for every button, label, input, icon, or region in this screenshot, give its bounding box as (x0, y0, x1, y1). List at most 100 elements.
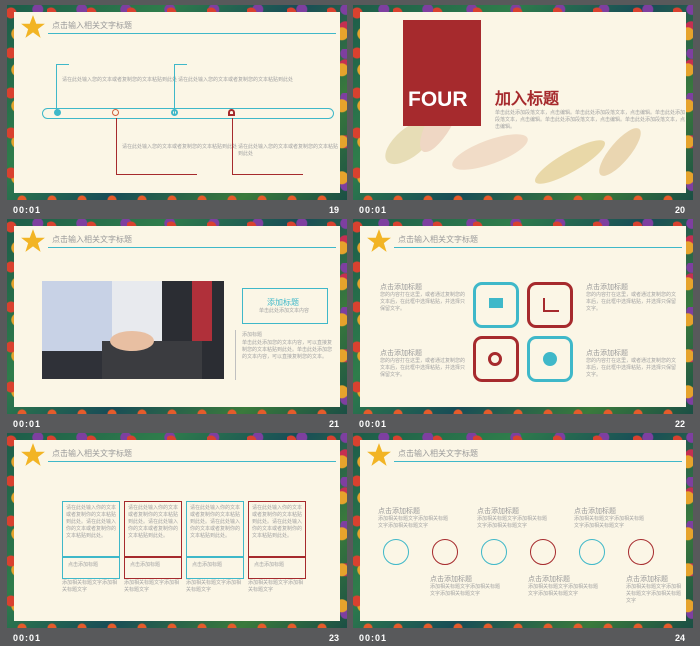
header-line (48, 33, 336, 34)
card-2-label: 点击添加标题 (130, 562, 161, 568)
slide-canvas: 点击输入相关文字标题 请在此处输入您的文本或者复制您的文本粘贴到此处 请在此处输… (14, 12, 340, 193)
item-title-2: 点击添加标题 (380, 350, 422, 357)
bottom-title-3: 点击添加标题 (626, 576, 668, 583)
slide-number: 23 (328, 633, 339, 643)
card-1-sub: 添加相关标题文字添加相关标题文字 (62, 580, 118, 593)
bottom-title-1: 点击添加标题 (430, 576, 472, 583)
globe-icon (543, 352, 557, 366)
slide-thumb-20[interactable]: FOUR 加入标题 单击此处添加段落文本，点击编辑。单击此处添加段落文本，点击编… (353, 5, 693, 218)
header-line (48, 247, 336, 248)
top-sub-2: 添加相关标题文字添加相关标题文字添加相关标题文字 (477, 516, 548, 529)
item-body-3: 您的内容打在这里，或者通过复制您的文本后，在此框中选择粘贴，并选择只保留文字。 (586, 292, 677, 312)
slide-thumb-19[interactable]: 点击输入相关文字标题 请在此处输入您的文本或者复制您的文本粘贴到此处 请在此处输… (7, 5, 347, 218)
connector-3 (116, 118, 197, 175)
slide-thumb-24[interactable]: 点击输入相关文字标题 点击添加标题 添加相关标题文字添加相关标题文字添加相关标题… (353, 433, 693, 646)
slide-number: 22 (674, 419, 685, 429)
hourglass-icon (628, 539, 654, 565)
headphones-icon (228, 109, 235, 116)
header-title: 点击输入相关文字标题 (398, 449, 478, 458)
connector-1 (56, 64, 69, 115)
bottom-sub-1: 添加相关标题文字添加相关标题文字添加相关标题文字 (430, 584, 501, 597)
bottom-title-2: 点击添加标题 (528, 576, 570, 583)
slide-meta: 00:01 20 (353, 202, 693, 218)
text-top-left: 请在此处输入您的文本或者复制您的文本粘贴到此处 (62, 77, 178, 83)
header-title: 点击输入相关文字标题 (52, 235, 132, 244)
card-3-text: 请在此处输入你的文本或者复制你的文本粘贴到此处。请在此处输入你的文本或者复制你的… (190, 505, 241, 539)
presentation-icon (489, 298, 503, 308)
top-sub-1: 添加相关标题文字添加相关标题文字添加相关标题文字 (378, 516, 449, 529)
header-title: 点击输入相关文字标题 (398, 235, 478, 244)
card-1-label: 点击添加标题 (68, 562, 99, 568)
slide-canvas: 点击输入相关文字标题 添加标题 单击此处添加文本内容 添加标题 单击此处添加您的… (14, 226, 340, 407)
timing-label: 00:01 (13, 633, 42, 643)
timing-label: 00:01 (359, 419, 388, 429)
timing-label: 00:01 (359, 633, 388, 643)
clock-icon (54, 109, 61, 116)
target-icon (488, 352, 502, 366)
star-icon (21, 229, 45, 252)
slide-meta: 00:01 22 (353, 416, 693, 432)
bar-chart-icon (481, 539, 507, 565)
star-icon (21, 15, 45, 38)
slide-title: 加入标题 (495, 91, 560, 108)
chart-icon (543, 298, 559, 312)
bottom-sub-2: 添加相关标题文字添加相关标题文字添加相关标题文字 (528, 584, 599, 597)
header-line (48, 461, 336, 462)
box-subtitle: 单击此处添加文本内容 (259, 308, 310, 314)
slide-meta: 00:01 21 (7, 416, 347, 432)
star-icon (367, 229, 391, 252)
star-icon (367, 443, 391, 466)
section-label: FOUR (408, 88, 468, 111)
connector-4 (232, 118, 303, 175)
slide-canvas: 点击输入相关文字标题 点击添加标题 添加相关标题文字添加相关标题文字添加相关标题… (360, 440, 686, 621)
card-4-sub: 添加相关标题文字添加相关标题文字 (248, 580, 304, 593)
slide-canvas: 点击输入相关文字标题 点击添加标题 您的内容打在这里，或者通过复制您的文本后，在… (360, 226, 686, 407)
card-1-text: 请在此处输入你的文本或者复制你的文本粘贴到此处。请在此处输入你的文本或者复制你的… (66, 505, 117, 539)
item-body-4: 您的内容打在这里，或者通过复制您的文本后，在此框中选择粘贴，并选择只保留文字。 (586, 358, 677, 378)
slide-body: 单击此处添加段落文本，点击编辑。单击此处添加段落文本，点击编辑。单击此处添加段落… (495, 110, 686, 130)
slide-meta: 00:01 23 (7, 630, 347, 646)
item-body-2: 您的内容打在这里，或者通过复制您的文本后，在此框中选择粘贴，并选择只保留文字。 (380, 358, 466, 378)
header-line (394, 247, 682, 248)
item-title-1: 点击添加标题 (380, 284, 422, 291)
slide-canvas: 点击输入相关文字标题 请在此处输入你的文本或者复制你的文本粘贴到此处。请在此处输… (14, 440, 340, 621)
card-3-sub: 添加相关标题文字添加相关标题文字 (186, 580, 242, 593)
slide-number: 24 (674, 633, 685, 643)
slide-meta: 00:01 24 (353, 630, 693, 646)
top-sub-3: 添加相关标题文字添加相关标题文字添加相关标题文字 (574, 516, 645, 529)
slide-thumb-22[interactable]: 点击输入相关文字标题 点击添加标题 您的内容打在这里，或者通过复制您的文本后，在… (353, 219, 693, 432)
star-icon (21, 443, 45, 466)
header-line (394, 461, 682, 462)
item-body-1: 您的内容打在这里，或者通过复制您的文本后，在此框中选择粘贴，并选择只保留文字。 (380, 292, 466, 312)
body-text: 单击此处添加您的文本内容，可以直接复制您的文本粘贴到此处。单击此处添加您的文本内… (242, 340, 333, 360)
top-title-3: 点击添加标题 (574, 508, 616, 515)
slide-meta: 00:01 19 (7, 202, 347, 218)
bottom-sub-3: 添加相关标题文字添加相关标题文字添加相关标题文字 (626, 584, 682, 604)
card-4-text: 请在此处输入你的文本或者复制你的文本粘贴到此处。请在此处输入你的文本或者复制你的… (252, 505, 303, 539)
home-icon (383, 539, 409, 565)
card-3-label: 点击添加标题 (192, 562, 223, 568)
chat-icon (432, 539, 458, 565)
target-icon (171, 109, 178, 116)
slide-thumb-23[interactable]: 点击输入相关文字标题 请在此处输入你的文本或者复制你的文本粘贴到此处。请在此处输… (7, 433, 347, 646)
slide-canvas: FOUR 加入标题 单击此处添加段落文本，点击编辑。单击此处添加段落文本，点击编… (360, 12, 686, 193)
top-title-2: 点击添加标题 (477, 508, 519, 515)
timing-label: 00:01 (359, 205, 388, 215)
slide-number: 20 (674, 205, 685, 215)
text-top-right: 请在此处输入您的文本或者复制您的文本粘贴到此处 (178, 77, 294, 83)
item-title-4: 点击添加标题 (586, 350, 628, 357)
header-title: 点击输入相关文字标题 (52, 449, 132, 458)
top-title-1: 点击添加标题 (378, 508, 420, 515)
body-label: 添加标题 (242, 332, 263, 338)
magnifier-icon (579, 539, 605, 565)
slide-number: 21 (328, 419, 339, 429)
card-4-label: 点击添加标题 (254, 562, 285, 568)
slide-thumb-21[interactable]: 点击输入相关文字标题 添加标题 单击此处添加文本内容 添加标题 单击此处添加您的… (7, 219, 347, 432)
timing-label: 00:01 (13, 205, 42, 215)
box-title: 添加标题 (267, 298, 299, 307)
card-2-sub: 添加相关标题文字添加相关标题文字 (124, 580, 180, 593)
timing-label: 00:01 (13, 419, 42, 429)
connector-2 (174, 64, 187, 115)
header-title: 点击输入相关文字标题 (52, 21, 132, 30)
slide-number: 19 (328, 205, 339, 215)
